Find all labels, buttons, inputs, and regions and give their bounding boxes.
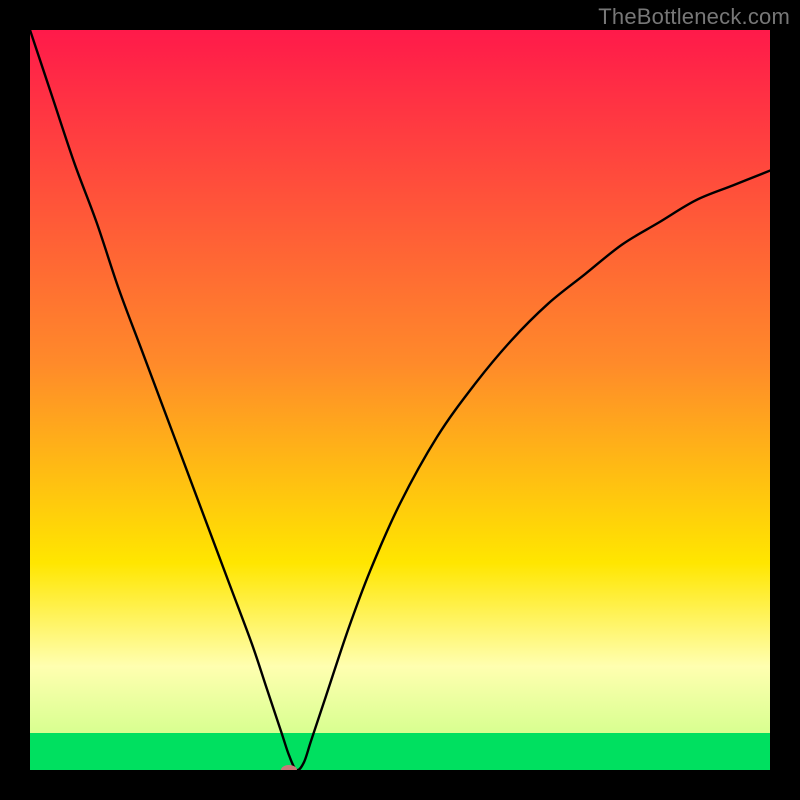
green-baseline-band [30, 733, 770, 770]
bottleneck-chart [30, 30, 770, 770]
gradient-background [30, 30, 770, 770]
plot-area [30, 30, 770, 770]
chart-frame: TheBottleneck.com [0, 0, 800, 800]
watermark-text: TheBottleneck.com [598, 4, 790, 30]
